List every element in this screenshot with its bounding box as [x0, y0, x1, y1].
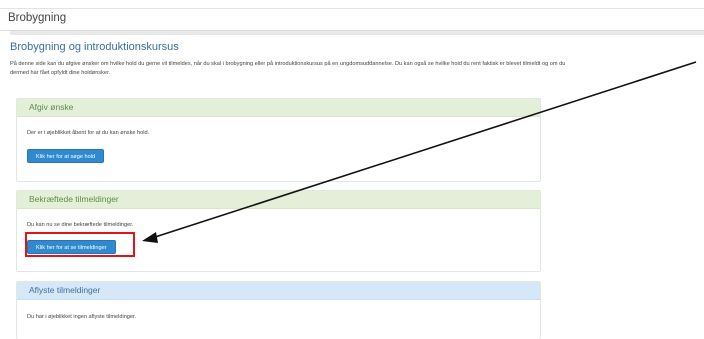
annotation-arrow: [142, 61, 697, 243]
